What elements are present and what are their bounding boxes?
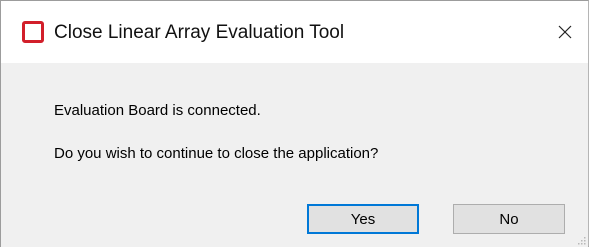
resize-grip-icon[interactable] (576, 235, 586, 245)
button-bar: Yes No (1, 187, 588, 247)
no-button[interactable]: No (453, 204, 565, 234)
window-title: Close Linear Array Evaluation Tool (54, 22, 345, 43)
close-confirmation-dialog: Close Linear Array Evaluation Tool Evalu… (0, 0, 589, 247)
title-bar[interactable]: Close Linear Array Evaluation Tool (1, 1, 588, 63)
close-icon (558, 25, 572, 39)
connection-status-text: Evaluation Board is connected. (54, 102, 261, 119)
app-logo-icon (22, 21, 44, 43)
yes-button[interactable]: Yes (307, 204, 419, 234)
confirmation-question-text: Do you wish to continue to close the app… (54, 145, 379, 162)
message-area: Evaluation Board is connected. Do you wi… (1, 63, 588, 187)
close-button[interactable] (542, 1, 588, 63)
